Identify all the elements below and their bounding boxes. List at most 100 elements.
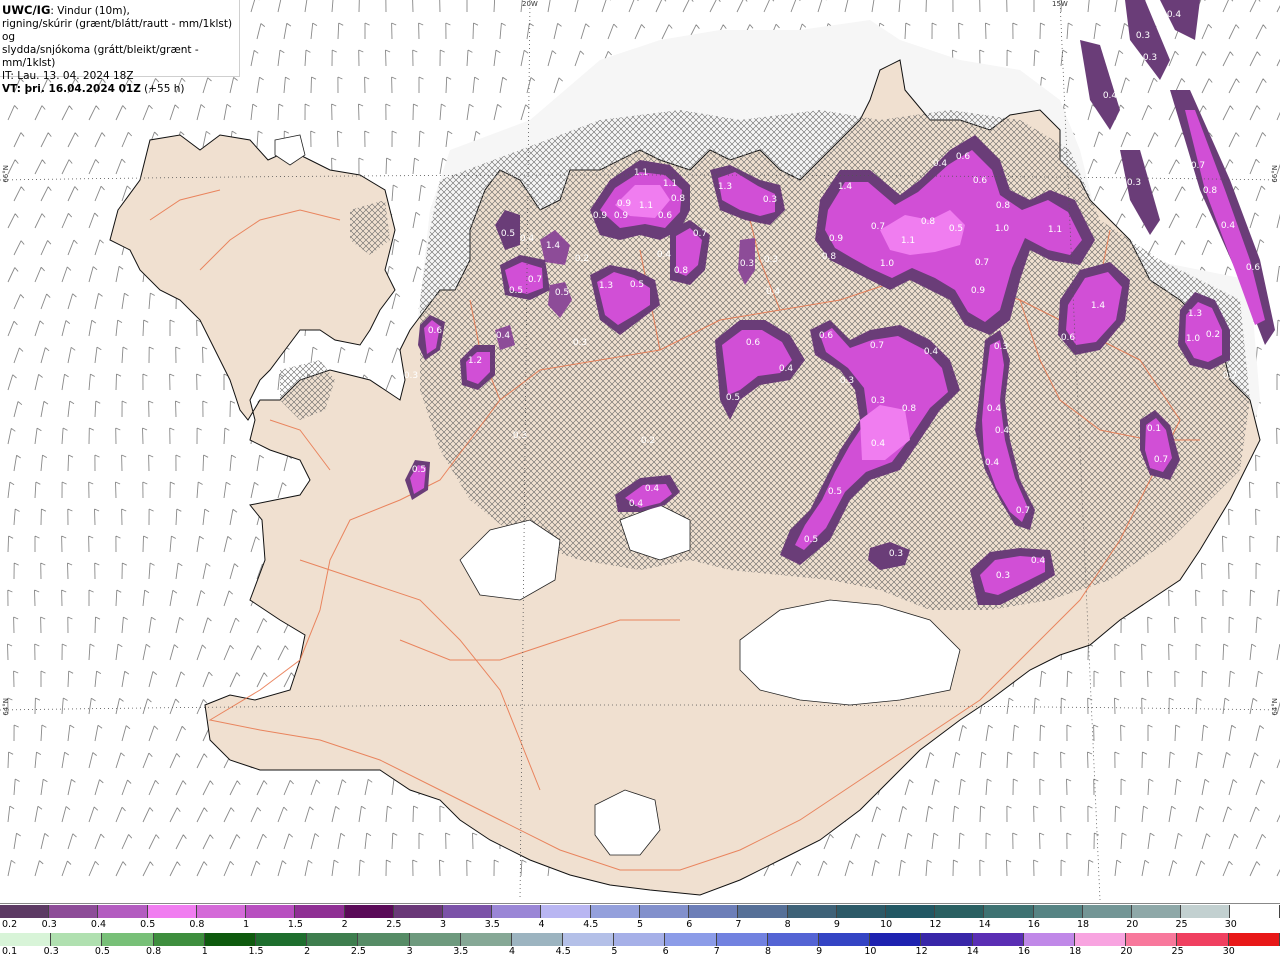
precip-value-label: 0.6 [1246,263,1261,273]
legend-label: 10 [864,946,877,957]
precip-value-label: 0.5 [949,224,963,234]
legend-label: 9 [833,919,840,930]
precip-value-label: 0.9 [617,199,632,209]
lat-label-66n-left: 66°N [2,165,10,183]
legend-label: 7 [713,946,720,957]
precip-value-label: 0.6 [819,331,834,341]
precip-value-label: 0.4 [871,439,886,449]
precip-value-label: 0.8 [674,266,689,276]
valid-time: VT: þri. 16.04.2024 01Z [2,83,141,95]
legend-label: 4.5 [583,919,599,930]
legend-label: 10 [880,919,893,930]
precip-value-label: 0.7 [1154,455,1168,465]
precip-value-label: 0.6 [1061,333,1076,343]
legend-swatch [541,905,591,918]
legend-swatch [1033,905,1083,918]
legend-swatch [819,933,871,946]
precip-value-label: 1.3 [718,182,732,192]
forecast-hour: (+55 h) [140,83,185,95]
precip-value-label: 0.3 [573,338,587,348]
precip-value-label: 0.3 [889,549,903,559]
lon-label-15w: 15W [1052,0,1068,8]
map-area[interactable]: 0.4 0.3 0.3 0.4 0.3 0.7 0.8 0.4 0.6 1.1 1.1 0.9 0.9 0… [0,0,1280,900]
legend-label: 2.5 [386,919,402,930]
legend-label: 9 [816,946,823,957]
legend-label: 3.5 [453,946,469,957]
precip-value-label: 1.1 [1048,225,1062,235]
precip-value-label: 0.4 [779,364,794,374]
legend-swatch [921,933,973,946]
legend-label: 0.5 [94,946,110,957]
precip-value-label: 0.4 [1221,221,1236,231]
legend-label: 0.4 [90,919,107,930]
legend-label: 14 [978,919,991,930]
precip-value-label: 0.3 [1143,53,1157,63]
precip-value-label: 0.9 [614,211,629,221]
legend-label: 1 [201,946,208,957]
precip-value-label: 0.4 [657,250,672,260]
legend-label: 5 [636,919,644,930]
legend-swatch [393,905,443,918]
lat-label-64n-right: 64°N [1271,698,1279,716]
lat-label-64n-left: 64°N [2,698,10,716]
precip-value-label: 0.4 [1031,556,1046,566]
lat-label-66n-right: 66°N [1271,165,1279,183]
legend-label: 3 [440,919,447,930]
legend-swatch [1230,905,1280,918]
legend-swatch [153,933,205,946]
legend-rain-labels: 0.1 0.3 0.5 0.8 1 1.5 2 2.5 3 3.5 4 4.5 5 6 7 8 9 10 12 14 1… [0,946,1280,958]
legend-snow-labels: 0.2 0.3 0.4 0.5 0.8 1 1.5 2 2.5 3 3.5 4 4.5 5 6 7 8 9 10 12… [0,919,1280,931]
precip-value-label: 1.2 [468,356,482,366]
precip-value-label: 0.7 [975,258,989,268]
legend-swatch [836,905,886,918]
legend-rain-colorbar [0,933,1280,946]
legend-label: 6 [662,946,669,957]
precip-value-label: 0.9 [829,234,844,244]
legend-swatch [147,905,197,918]
legend-swatch [787,905,837,918]
legend-label: 0.5 [140,919,156,930]
precip-value-label: 0.4 [933,159,948,169]
precip-value-label: 0.7 [1191,161,1205,171]
legend-swatch [344,905,394,918]
precip-value-label: 0.3 [763,195,777,205]
legend-swatch [563,933,615,946]
legend-label: 0.1 [2,946,18,957]
precip-value-label: 1.1 [901,236,915,246]
legend-swatch [716,933,768,946]
precip-value-label: 0.8 [996,201,1011,211]
legend-swatch [1181,905,1231,918]
precip-value-label: 1.0 [995,224,1010,234]
precip-value-label: 0.4 [1167,10,1182,20]
legend-swatch [98,905,148,918]
precip-value-label: 0.4 [924,347,939,357]
legend-label: 12 [929,919,942,930]
precip-value-label: 0.4 [496,331,511,341]
legend-swatch [870,933,922,946]
legend-swatch [738,905,788,918]
legend-label: 18 [1069,946,1082,957]
legend-swatch [511,933,564,946]
weather-map: 0.40.30.30.40.30.70.80.40.61.11.10.90.9 0… [0,0,1280,900]
legend-label: 2 [304,946,311,957]
init-time: IT: Lau. 13. 04. 2024 18Z [2,70,134,82]
precip-value-label: 1.4 [546,241,561,251]
legend-label: 25 [1171,946,1184,957]
legend-swatch [590,905,640,918]
precip-value-label: 1.4 [1091,301,1106,311]
precip-value-label: 0.3 [1127,178,1141,188]
legend-label: 6 [686,919,693,930]
legend-swatch [51,933,103,946]
legend-swatch [49,905,99,918]
precip-value-label: 0.5 [555,288,569,298]
legend-swatch [972,933,1024,946]
legend-label: 1 [243,919,250,930]
precip-value-label: 0.9 [593,211,608,221]
precip-value-label: 0.4 [520,234,535,244]
precip-value-label: 1.1 [634,168,648,178]
precip-value-label: 0.7 [528,275,542,285]
legend-swatch [295,905,345,918]
precip-value-label: 0.9 [971,286,986,296]
legend-swatch [1228,933,1280,946]
info-line3: slydda/snjókoma (grátt/bleikt/grænt - mm… [2,44,199,69]
